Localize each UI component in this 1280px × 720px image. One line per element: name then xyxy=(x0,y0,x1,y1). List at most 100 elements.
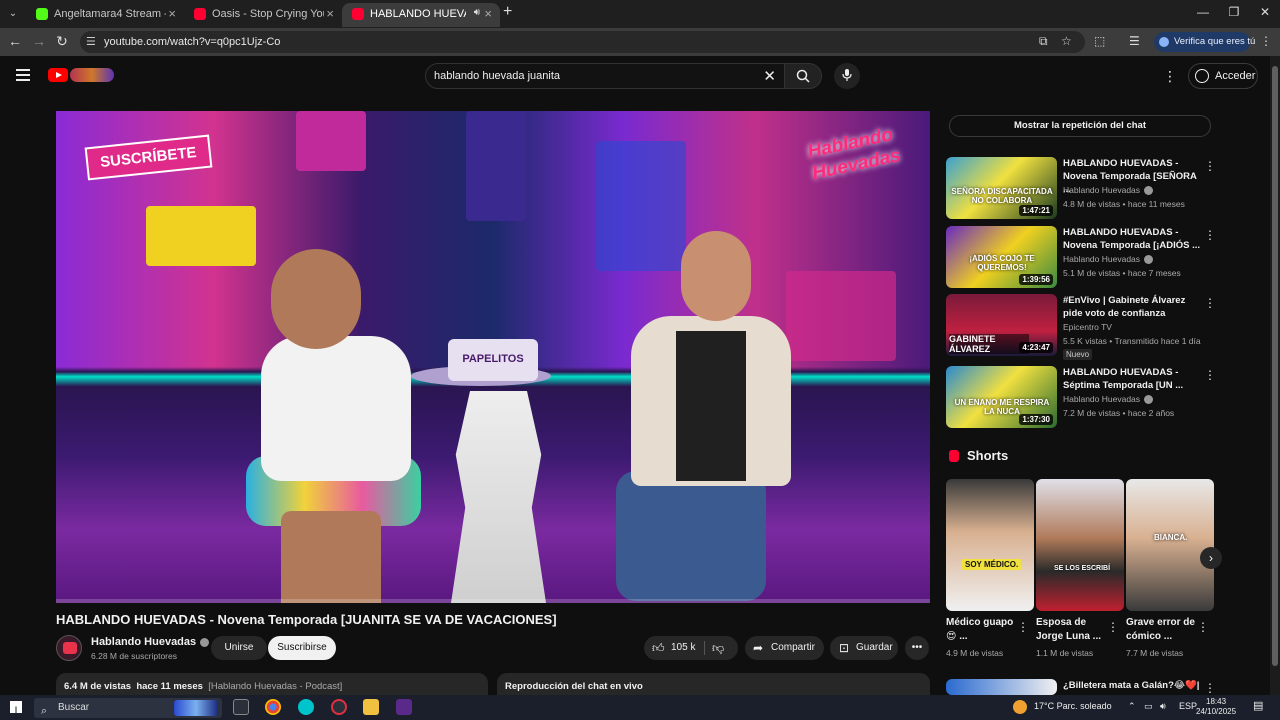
recommendation-channel-name[interactable]: Hablando Huevadas xyxy=(1063,394,1140,404)
channel-name-text[interactable]: Hablando Huevadas xyxy=(91,636,196,648)
recommendation-channel[interactable]: Epicentro TV xyxy=(1063,322,1112,332)
tab-close-icon[interactable]: × xyxy=(484,6,492,21)
short-title[interactable]: Esposa de Jorge Luna ... xyxy=(1036,616,1108,644)
recommendation-thumbnail[interactable]: SEÑORA DISCAPACITADA NO COLABORA 1:47:21 xyxy=(946,157,1057,219)
recommendation-channel[interactable]: Hablando Huevadas xyxy=(1063,185,1154,196)
speaker-icon[interactable]: 🔊︎ xyxy=(474,7,480,18)
more-actions-icon[interactable]: ••• xyxy=(905,636,929,660)
tab-search-menu-icon[interactable]: ⌄ xyxy=(4,5,22,23)
clock[interactable]: 18:43 24/10/2025 xyxy=(1196,697,1236,717)
taskbar-search[interactable]: ⌕ Buscar xyxy=(34,698,222,718)
join-button[interactable]: Unirse xyxy=(211,636,267,660)
youtube-logo-icon[interactable] xyxy=(48,68,68,82)
site-info-icon[interactable]: ☰ xyxy=(86,35,96,48)
channel-avatar[interactable] xyxy=(56,635,82,661)
more-options-icon[interactable]: ⋮ xyxy=(1204,159,1216,173)
install-app-icon[interactable]: ⧉ xyxy=(1039,34,1048,49)
recommendation-item[interactable]: UN ENANO ME RESPIRA LA NUCA 1:37:30 HABL… xyxy=(946,366,1216,428)
page-scrollbar[interactable] xyxy=(1270,56,1280,695)
youtube-doodle-logo[interactable] xyxy=(70,68,114,82)
show-chat-replay-button[interactable]: Mostrar la repetición del chat xyxy=(949,115,1211,137)
tab-close-icon[interactable]: × xyxy=(326,6,334,21)
description-tag[interactable]: [Hablando Huevadas - Podcast] xyxy=(208,681,342,692)
recommendation-item[interactable]: GABINETE ÁLVAREZ 4:23:47 #EnVivo | Gabin… xyxy=(946,294,1216,360)
volume-icon[interactable]: 🔊︎ xyxy=(1160,701,1166,712)
reload-icon[interactable]: ↻ xyxy=(53,33,71,50)
recommendation-title[interactable]: ¿Billetera mata a Galán?😂❤️| xyxy=(1063,679,1201,692)
reading-list-icon[interactable]: ☰ xyxy=(1129,34,1140,48)
chrome-icon[interactable] xyxy=(265,699,281,715)
more-options-icon[interactable]: ⋮ xyxy=(1017,620,1029,634)
more-options-icon[interactable]: ⋮ xyxy=(1204,296,1216,310)
file-explorer-icon[interactable] xyxy=(363,699,379,715)
back-arrow-icon[interactable]: ← xyxy=(6,33,24,49)
obs-icon[interactable] xyxy=(331,699,347,715)
recommendation-channel[interactable]: Hablando Huevadas xyxy=(1063,254,1154,265)
recommendation-thumbnail[interactable] xyxy=(946,679,1057,695)
tray-overflow-icon[interactable]: ⌃ xyxy=(1128,701,1136,712)
video-player[interactable]: SUSCRÍBETE Hablando Huevadas PAPELITOS xyxy=(56,111,930,603)
subscribe-button[interactable]: Suscribirse xyxy=(268,636,336,660)
short-title[interactable]: Médico guapo 😍 ... xyxy=(946,616,1018,644)
extensions-icon[interactable]: ⬚ xyxy=(1094,34,1105,48)
recommendation-item[interactable]: SEÑORA DISCAPACITADA NO COLABORA 1:47:21… xyxy=(946,157,1216,219)
scrollbar-thumb[interactable] xyxy=(1272,66,1278,666)
recommendation-title[interactable]: HABLANDO HUEVADAS - Séptima Temporada [U… xyxy=(1063,366,1201,392)
search-button[interactable] xyxy=(784,63,822,89)
recommendation-thumbnail[interactable]: GABINETE ÁLVAREZ 4:23:47 xyxy=(946,294,1057,356)
short-title[interactable]: Grave error de cómico ... xyxy=(1126,616,1198,644)
weather-icon[interactable] xyxy=(1013,700,1027,714)
thumbs-up-icon[interactable]: 👍︎ xyxy=(652,636,665,660)
browser-menu-icon[interactable]: ⋮ xyxy=(1260,34,1272,48)
network-icon[interactable]: ▭ xyxy=(1144,701,1153,712)
channel-name[interactable]: Hablando Huevadas xyxy=(91,636,210,648)
browser-tab-hablando-huevadas[interactable]: HABLANDO HUEVADAS - N 🔊︎ × xyxy=(342,3,500,27)
shorts-next-arrow-icon[interactable]: › xyxy=(1200,547,1222,569)
video-app-icon[interactable] xyxy=(396,699,412,715)
verify-profile-button[interactable]: Verifica que eres tú xyxy=(1154,32,1255,52)
search-input[interactable]: hablando huevada juanita xyxy=(434,70,560,82)
recommendation-item[interactable]: ¡ADIÓS COJO TE QUEREMOS! 1:39:56 HABLAND… xyxy=(946,226,1216,288)
like-count[interactable]: 105 k xyxy=(671,636,695,660)
short-thumbnail[interactable]: SE LOS ESCRIBÍ xyxy=(1036,479,1124,611)
url-field[interactable]: ☰ youtube.com/watch?v=q0pc1Ujz-Co xyxy=(80,31,1085,53)
more-options-icon[interactable]: ⋮ xyxy=(1204,368,1216,382)
hamburger-menu-icon[interactable] xyxy=(16,69,30,84)
browser-tab-kick[interactable]: Angeltamara4 Stream - Watch L × xyxy=(26,3,184,27)
recommendation-thumbnail[interactable]: UN ENANO ME RESPIRA LA NUCA 1:37:30 xyxy=(946,366,1057,428)
share-button[interactable]: ➦ Compartir xyxy=(745,636,824,660)
video-progress-bar[interactable] xyxy=(56,599,930,603)
tab-close-icon[interactable]: × xyxy=(168,6,176,21)
settings-more-icon[interactable]: ⋮ xyxy=(1163,68,1177,85)
search-box[interactable]: hablando huevada juanita ✕ xyxy=(425,63,785,89)
canva-icon[interactable] xyxy=(298,699,314,715)
browser-tab-oasis[interactable]: Oasis - Stop Crying Your Heart × xyxy=(184,3,342,27)
recommendation-channel-name[interactable]: Hablando Huevadas xyxy=(1063,185,1140,195)
bookmark-star-icon[interactable]: ☆ xyxy=(1061,34,1072,48)
windows-start-icon[interactable] xyxy=(10,701,22,713)
forward-arrow-icon[interactable]: → xyxy=(30,33,48,49)
voice-search-button[interactable] xyxy=(834,63,860,89)
sign-in-button[interactable]: Acceder xyxy=(1188,63,1258,89)
recommendation-channel[interactable]: Hablando Huevadas xyxy=(1063,394,1154,405)
notifications-icon[interactable]: ▤ xyxy=(1253,699,1263,712)
more-options-icon[interactable]: ⋮ xyxy=(1197,620,1209,634)
new-tab-button[interactable]: + xyxy=(503,3,512,21)
task-view-icon[interactable] xyxy=(233,699,249,715)
save-button[interactable]: ⊡ Guardar xyxy=(830,636,898,660)
minimize-icon[interactable]: — xyxy=(1193,5,1213,19)
clear-search-icon[interactable]: ✕ xyxy=(763,67,776,85)
close-window-icon[interactable]: ✕ xyxy=(1255,5,1275,19)
restore-icon[interactable]: ❐ xyxy=(1224,5,1244,19)
language-indicator[interactable]: ESP xyxy=(1179,701,1197,711)
thumbs-down-icon[interactable]: 👎︎ xyxy=(712,636,724,660)
weather-text[interactable]: 17°C Parc. soleado xyxy=(1034,701,1112,711)
more-options-icon[interactable]: ⋮ xyxy=(1204,681,1214,695)
recommendation-channel-name[interactable]: Hablando Huevadas xyxy=(1063,254,1140,264)
recommendation-item[interactable]: ¿Billetera mata a Galán?😂❤️| ⋮ xyxy=(946,679,1214,695)
recommendation-thumbnail[interactable]: ¡ADIÓS COJO TE QUEREMOS! 1:39:56 xyxy=(946,226,1057,288)
short-thumbnail[interactable]: BIANCA. xyxy=(1126,479,1214,611)
recommendation-title[interactable]: #EnVivo | Gabinete Álvarez pide voto de … xyxy=(1063,294,1201,320)
more-options-icon[interactable]: ⋮ xyxy=(1107,620,1119,634)
short-thumbnail[interactable]: SOY MÉDICO. xyxy=(946,479,1034,611)
